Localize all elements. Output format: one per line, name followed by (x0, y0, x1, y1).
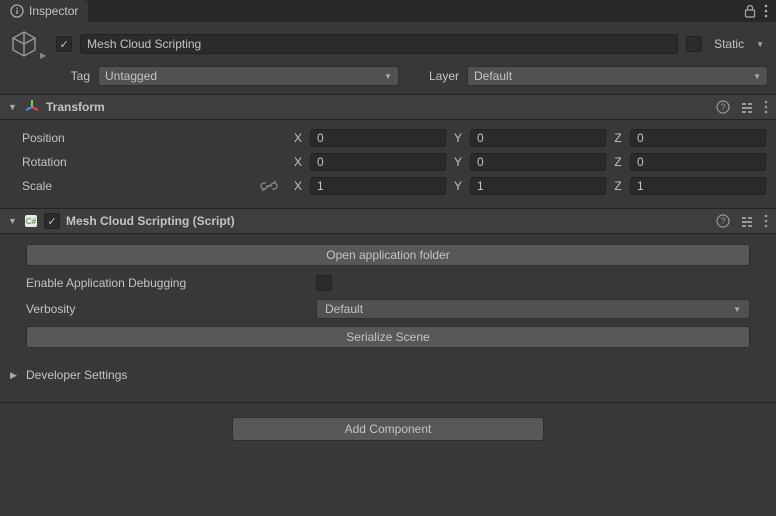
transform-fields: Position X 0 Y 0 Z 0 Rotation X 0 Y 0 Z … (0, 120, 776, 208)
inspector-tab[interactable]: Inspector (0, 0, 88, 22)
axis-y-label: Y (452, 179, 464, 193)
help-icon[interactable]: ? (716, 100, 730, 114)
scale-z-field[interactable]: 1 (630, 177, 766, 195)
add-component-section: Add Component (0, 402, 776, 455)
scale-y-field[interactable]: 1 (470, 177, 606, 195)
rotation-y-field[interactable]: 0 (470, 153, 606, 171)
axis-x-label: X (292, 179, 304, 193)
svg-text:?: ? (720, 102, 725, 112)
script-fields: Open application folder Enable Applicati… (0, 234, 776, 362)
enable-debug-label: Enable Application Debugging (26, 276, 316, 290)
info-icon (10, 4, 24, 18)
verbosity-label: Verbosity (26, 302, 316, 316)
preset-icon[interactable] (740, 100, 754, 114)
enable-debug-checkbox[interactable] (316, 275, 332, 291)
developer-settings-label: Developer Settings (26, 368, 127, 382)
tag-value: Untagged (105, 69, 157, 83)
position-label: Position (22, 131, 292, 145)
rotation-z-field[interactable]: 0 (630, 153, 766, 171)
static-checkbox[interactable] (686, 36, 702, 52)
position-y-field[interactable]: 0 (470, 129, 606, 147)
static-label: Static (710, 37, 748, 51)
kebab-icon[interactable] (764, 214, 768, 228)
active-checkbox[interactable] (56, 36, 72, 52)
preset-icon[interactable] (740, 214, 754, 228)
verbosity-value: Default (325, 302, 363, 316)
chevron-down-icon: ▼ (384, 72, 392, 81)
static-dropdown-arrow[interactable]: ▼ (756, 40, 768, 49)
verbosity-dropdown[interactable]: Default ▼ (316, 299, 750, 319)
tab-bar: Inspector (0, 0, 776, 22)
chevron-down-icon: ▼ (753, 72, 761, 81)
position-z-field[interactable]: 0 (630, 129, 766, 147)
script-enabled-checkbox[interactable] (44, 213, 60, 229)
axis-z-label: Z (612, 179, 624, 193)
script-title: Mesh Cloud Scripting (Script) (66, 214, 710, 228)
tag-dropdown[interactable]: Untagged ▼ (98, 66, 399, 86)
tag-label: Tag (56, 69, 90, 83)
layer-value: Default (474, 69, 512, 83)
transform-title: Transform (46, 100, 710, 114)
axis-x-label: X (292, 155, 304, 169)
gameobject-name-field[interactable]: Mesh Cloud Scripting (80, 34, 678, 54)
open-application-folder-button[interactable]: Open application folder (26, 244, 750, 266)
axis-y-label: Y (452, 155, 464, 169)
developer-settings-foldout[interactable]: ▶ Developer Settings (0, 362, 776, 388)
svg-text:?: ? (720, 216, 725, 226)
tag-layer-row: Tag Untagged ▼ Layer Default ▼ (0, 64, 776, 94)
help-icon[interactable]: ? (716, 214, 730, 228)
script-component-header[interactable]: ▼ C# Mesh Cloud Scripting (Script) ? (0, 208, 776, 234)
lock-icon[interactable] (744, 4, 756, 18)
axis-z-label: Z (612, 131, 624, 145)
chevron-down-icon: ▼ (733, 305, 741, 314)
kebab-icon[interactable] (764, 100, 768, 114)
axis-x-label: X (292, 131, 304, 145)
layer-label: Layer (415, 69, 459, 83)
rotation-x-field[interactable]: 0 (310, 153, 446, 171)
svg-text:C#: C# (26, 217, 37, 226)
scale-label: Scale (22, 179, 52, 193)
script-icon: C# (24, 214, 38, 228)
rotation-label: Rotation (22, 155, 292, 169)
gameobject-header: ▶ Mesh Cloud Scripting Static ▼ (0, 22, 776, 64)
transform-header[interactable]: ▼ Transform ? (0, 94, 776, 120)
position-x-field[interactable]: 0 (310, 129, 446, 147)
gameobject-icon[interactable] (8, 28, 40, 60)
axis-y-label: Y (452, 131, 464, 145)
axis-z-label: Z (612, 155, 624, 169)
icon-foldout[interactable]: ▶ (40, 51, 46, 60)
add-component-button[interactable]: Add Component (232, 417, 544, 441)
foldout-icon: ▶ (10, 370, 20, 381)
serialize-scene-button[interactable]: Serialize Scene (26, 326, 750, 348)
foldout-icon: ▼ (8, 102, 18, 112)
kebab-icon[interactable] (764, 4, 768, 18)
scale-link-icon[interactable] (260, 180, 278, 192)
scale-x-field[interactable]: 1 (310, 177, 446, 195)
layer-dropdown[interactable]: Default ▼ (467, 66, 768, 86)
foldout-icon: ▼ (8, 216, 18, 226)
tab-title: Inspector (29, 4, 78, 18)
transform-icon (24, 99, 40, 115)
